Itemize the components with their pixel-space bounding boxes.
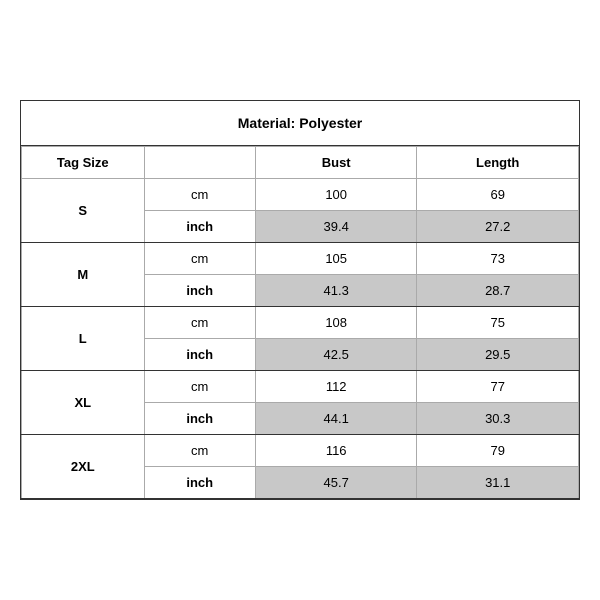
size-chart-container: Material: Polyester Tag Size Bust Length… — [20, 100, 580, 500]
length-value: 77 — [417, 371, 579, 403]
bust-value: 116 — [255, 435, 417, 467]
unit-cell: inch — [144, 211, 255, 243]
unit-cell: inch — [144, 403, 255, 435]
length-value: 28.7 — [417, 275, 579, 307]
unit-cell: inch — [144, 467, 255, 499]
bust-header: Bust — [255, 147, 417, 179]
bust-value: 112 — [255, 371, 417, 403]
length-header: Length — [417, 147, 579, 179]
table-row: Mcm10573 — [22, 243, 579, 275]
bust-value: 108 — [255, 307, 417, 339]
bust-value: 45.7 — [255, 467, 417, 499]
unit-cell: inch — [144, 339, 255, 371]
table-header-row: Tag Size Bust Length — [22, 147, 579, 179]
length-value: 75 — [417, 307, 579, 339]
table-row: 2XLcm11679 — [22, 435, 579, 467]
bust-value: 44.1 — [255, 403, 417, 435]
length-value: 27.2 — [417, 211, 579, 243]
bust-value: 41.3 — [255, 275, 417, 307]
bust-value: 105 — [255, 243, 417, 275]
table-row: Scm10069 — [22, 179, 579, 211]
tag-size-cell: L — [22, 307, 145, 371]
length-value: 30.3 — [417, 403, 579, 435]
chart-title: Material: Polyester — [21, 101, 579, 146]
bust-value: 39.4 — [255, 211, 417, 243]
unit-cell: cm — [144, 307, 255, 339]
length-value: 73 — [417, 243, 579, 275]
bust-value: 42.5 — [255, 339, 417, 371]
table-row: Lcm10875 — [22, 307, 579, 339]
tag-size-cell: M — [22, 243, 145, 307]
unit-cell: cm — [144, 435, 255, 467]
tag-size-cell: XL — [22, 371, 145, 435]
length-value: 79 — [417, 435, 579, 467]
tag-size-cell: S — [22, 179, 145, 243]
length-value: 69 — [417, 179, 579, 211]
tag-size-header: Tag Size — [22, 147, 145, 179]
unit-cell: cm — [144, 243, 255, 275]
length-value: 31.1 — [417, 467, 579, 499]
size-table: Tag Size Bust Length Scm10069inch39.427.… — [21, 146, 579, 499]
tag-size-cell: 2XL — [22, 435, 145, 499]
bust-value: 100 — [255, 179, 417, 211]
length-value: 29.5 — [417, 339, 579, 371]
unit-cell: cm — [144, 371, 255, 403]
unit-cell: inch — [144, 275, 255, 307]
unit-cell: cm — [144, 179, 255, 211]
table-row: XLcm11277 — [22, 371, 579, 403]
